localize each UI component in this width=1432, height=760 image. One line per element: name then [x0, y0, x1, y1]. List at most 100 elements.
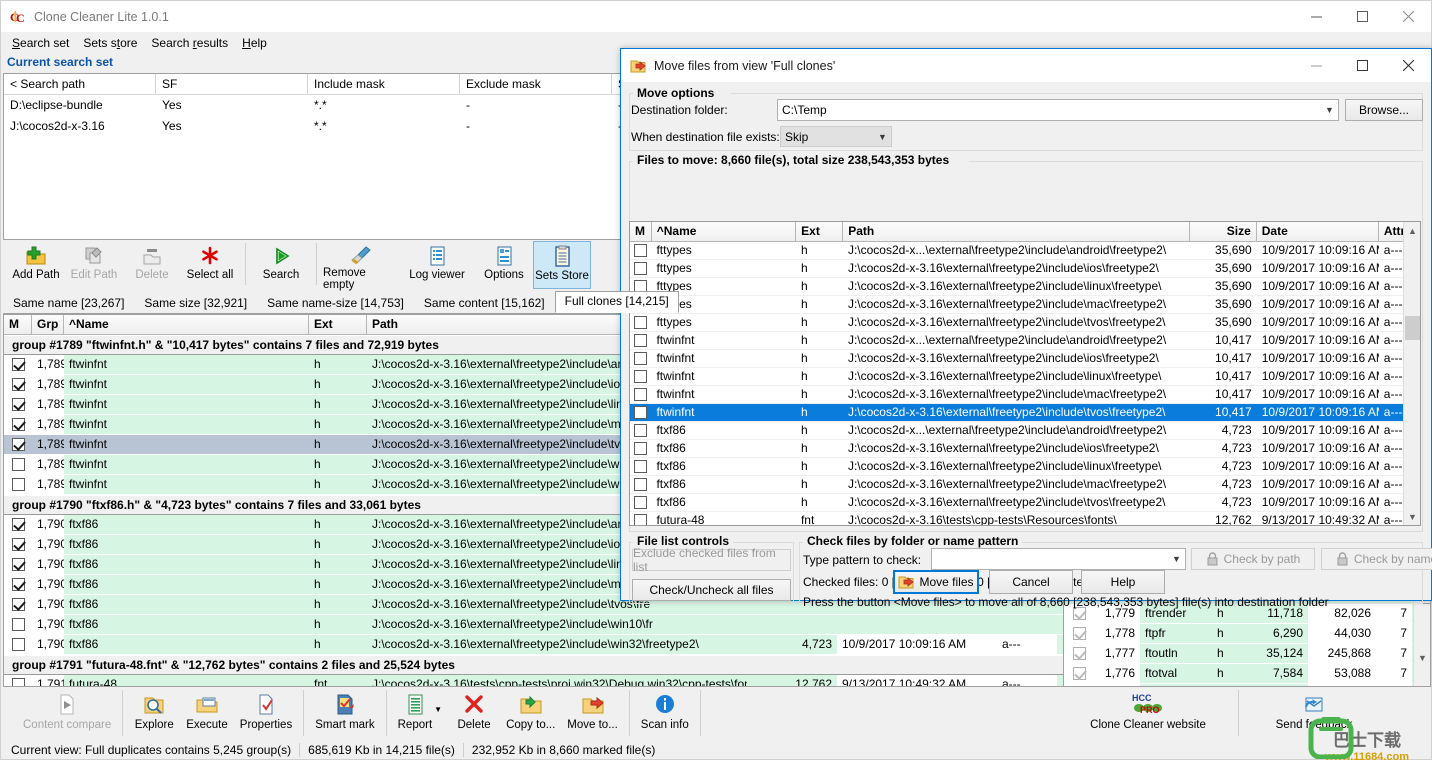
- when-exists-combobox[interactable]: Skip ▼: [780, 126, 892, 147]
- table-row[interactable]: ftxf86 h J:\cocos2d-x-3.16\external\freety…: [630, 476, 1420, 494]
- col-m[interactable]: M: [4, 315, 32, 334]
- col-ext[interactable]: Ext: [796, 222, 844, 241]
- row-checkbox[interactable]: [4, 535, 32, 554]
- row-checkbox[interactable]: [630, 368, 651, 385]
- pattern-combobox[interactable]: ▼: [931, 548, 1186, 570]
- table-row[interactable]: fttypeshJ:\cocos2d-x-3.16\external\freet…: [630, 278, 1420, 296]
- chevron-down-icon[interactable]: ▼: [434, 705, 442, 714]
- dialog-list-scrollbar[interactable]: ▲ ▼: [1403, 222, 1420, 525]
- row-checkbox[interactable]: [630, 350, 651, 367]
- help-button[interactable]: Help: [1081, 570, 1165, 594]
- row-checkbox[interactable]: [4, 615, 32, 634]
- bottom-explore[interactable]: Explore: [128, 688, 180, 738]
- bottom-execute[interactable]: Execute: [180, 688, 234, 738]
- row-checkbox[interactable]: [1064, 684, 1094, 686]
- scroll-thumb[interactable]: [1405, 316, 1420, 340]
- row-checkbox[interactable]: [4, 375, 32, 394]
- row-checkbox[interactable]: [1064, 624, 1094, 643]
- scroll-down-icon[interactable]: ▼: [1404, 508, 1420, 525]
- toolbar-sets-store[interactable]: Sets Store: [533, 241, 591, 289]
- table-row[interactable]: ftwinfnt h J:\cocos2d-x-3.16\external\free…: [630, 368, 1420, 386]
- row-checkbox[interactable]: [630, 512, 651, 525]
- list-item[interactable]: 1,778 ftpfr h 6,290 44,030 7: [1064, 624, 1430, 644]
- toolbar-select-all[interactable]: Select all: [181, 241, 239, 289]
- table-row[interactable]: ftwinfnt h J:\cocos2d-x...\external\freety…: [630, 332, 1420, 350]
- bottom-report[interactable]: Report ▼: [392, 688, 448, 738]
- move-files-button[interactable]: Move files: [893, 570, 979, 594]
- row-checkbox[interactable]: [630, 332, 651, 349]
- row-checkbox[interactable]: [4, 575, 32, 594]
- table-row[interactable]: ftwinfnt h J:\cocos2d-x-3.16\external\free…: [630, 350, 1420, 368]
- dialog-close-button[interactable]: [1385, 50, 1431, 81]
- col-sf[interactable]: SF: [156, 74, 308, 94]
- table-row[interactable]: ftwinfnt h J:\cocos2d-x-3.16\external\free…: [630, 386, 1420, 404]
- tab-same-name-size[interactable]: Same name-size [14,753]: [257, 293, 414, 313]
- check-uncheck-all-button[interactable]: Check/Uncheck all files: [632, 579, 791, 601]
- list-item[interactable]: 1,777 ftoutln h 35,124 245,868 7: [1064, 644, 1430, 664]
- row-checkbox[interactable]: [4, 435, 32, 454]
- row-checkbox[interactable]: [630, 242, 651, 259]
- row-checkbox[interactable]: [4, 455, 32, 474]
- table-row[interactable]: ftxf86 h J:\cocos2d-x-3.16\external\freety…: [630, 458, 1420, 476]
- right-panel-scrollbar[interactable]: ▼: [1413, 604, 1430, 686]
- row-checkbox[interactable]: [4, 395, 32, 414]
- menu-search-results[interactable]: Search results: [144, 34, 235, 52]
- toolbar-add-path[interactable]: Add Path: [7, 241, 65, 289]
- row-checkbox[interactable]: [630, 260, 651, 277]
- table-row[interactable]: fttypeshJ:\cocos2d-x-3.16\external\freet…: [630, 260, 1420, 278]
- chevron-down-icon[interactable]: ▼: [1321, 105, 1338, 115]
- table-row[interactable]: fttypes h J:\cocos2d-x...\external\freetyp…: [630, 242, 1420, 260]
- cancel-button[interactable]: Cancel: [989, 570, 1073, 594]
- scroll-up-icon[interactable]: ▲: [1404, 222, 1420, 239]
- table-row[interactable]: ftxf86 h J:\cocos2d-x-3.16\external\freety…: [630, 440, 1420, 458]
- table-row[interactable]: fttypeshJ:\cocos2d-x-3.16\external\freet…: [630, 296, 1420, 314]
- col-name[interactable]: ^Name: [651, 222, 797, 241]
- table-row[interactable]: ftwinfnt h J:\cocos2d-x-3.16\external\free…: [630, 404, 1420, 422]
- menu-sets-store[interactable]: Sets store: [76, 34, 144, 52]
- bottom-properties[interactable]: Properties: [234, 688, 298, 738]
- row-checkbox[interactable]: [1064, 664, 1094, 683]
- bottom-delete[interactable]: Delete: [448, 688, 500, 738]
- table-row[interactable]: ftxf86 h J:\cocos2d-x-3.16\external\freety…: [630, 494, 1420, 512]
- col-search-path[interactable]: < Search path: [4, 74, 156, 94]
- row-checkbox[interactable]: [4, 675, 32, 686]
- tab-same-content[interactable]: Same content [15,162]: [413, 293, 555, 313]
- destination-folder-combobox[interactable]: C:\Temp ▼: [777, 99, 1339, 121]
- chevron-down-icon[interactable]: ▼: [874, 132, 891, 142]
- clone-cleaner-website-button[interactable]: HCC PRO Clone Cleaner website: [1063, 688, 1233, 738]
- col-name[interactable]: ^Name: [64, 315, 309, 334]
- row-checkbox[interactable]: [4, 475, 32, 494]
- col-path[interactable]: Path: [843, 222, 1191, 241]
- row-checkbox[interactable]: [630, 440, 651, 457]
- row-checkbox[interactable]: [630, 404, 651, 421]
- toolbar-search[interactable]: Search: [252, 241, 310, 289]
- table-row[interactable]: futura-48 fnt J:\cocos2d-x-3.16\tests\cpp-…: [630, 512, 1420, 525]
- col-grp[interactable]: Grp: [32, 315, 64, 334]
- col-m[interactable]: M: [630, 222, 652, 241]
- tab-full-clones[interactable]: Full clones [14,215]: [554, 291, 679, 313]
- row-checkbox[interactable]: [630, 458, 651, 475]
- dialog-minimize-button[interactable]: [1293, 50, 1339, 81]
- list-item[interactable]: 1,776 ftotval h 7,584 53,088 7: [1064, 664, 1430, 684]
- scroll-down-icon[interactable]: ▼: [1414, 649, 1430, 666]
- row-checkbox[interactable]: [1064, 644, 1094, 663]
- menu-search-set[interactable]: Search set: [5, 34, 76, 52]
- bottom-scan-info[interactable]: Scan info: [635, 688, 695, 738]
- tab-same-name[interactable]: Same name [23,267]: [3, 293, 135, 313]
- menu-help[interactable]: Help: [235, 34, 274, 52]
- table-row[interactable]: fttypeshJ:\cocos2d-x-3.16\external\freet…: [630, 314, 1420, 332]
- dialog-maximize-button[interactable]: [1339, 50, 1385, 81]
- row-checkbox[interactable]: [4, 355, 32, 374]
- maximize-button[interactable]: [1339, 1, 1385, 32]
- chevron-down-icon[interactable]: ▼: [1168, 554, 1185, 564]
- table-row[interactable]: ftxf86 h J:\cocos2d-x...\external\freetype…: [630, 422, 1420, 440]
- row-checkbox[interactable]: [630, 422, 651, 439]
- close-button[interactable]: [1385, 1, 1431, 32]
- list-item[interactable]: 1,775 ftoption h 56,425 394,975 7: [1064, 684, 1430, 686]
- col-ext[interactable]: Ext: [309, 315, 367, 334]
- row-checkbox[interactable]: [4, 515, 32, 534]
- row-checkbox[interactable]: [630, 314, 651, 331]
- row-checkbox[interactable]: [630, 386, 651, 403]
- row-checkbox[interactable]: [630, 494, 651, 511]
- col-include-mask[interactable]: Include mask: [308, 74, 460, 94]
